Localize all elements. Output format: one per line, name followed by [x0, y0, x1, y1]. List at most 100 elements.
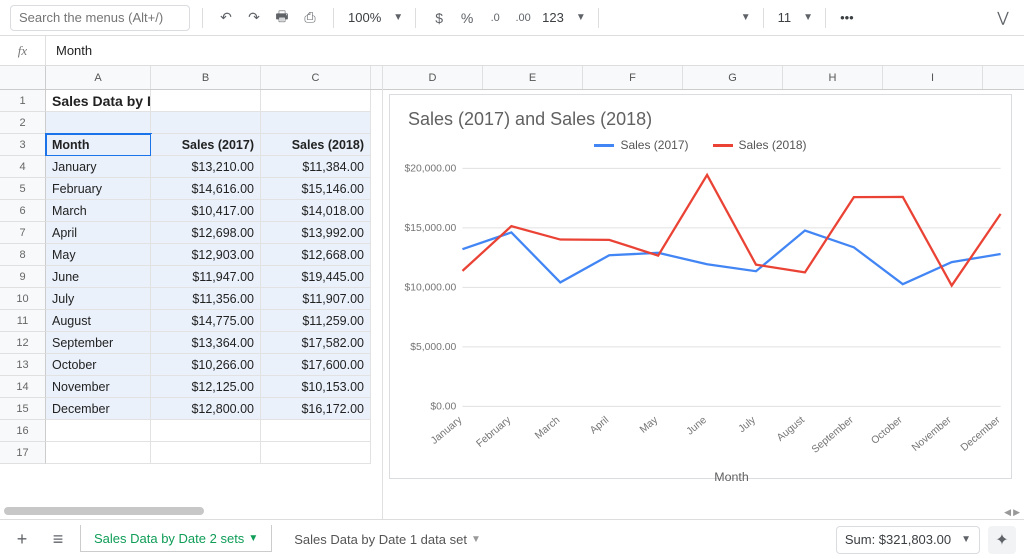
cell[interactable]: $12,800.00 [151, 398, 261, 420]
explore-button[interactable]: ✦ [988, 526, 1016, 554]
cell[interactable] [151, 420, 261, 442]
cell[interactable] [46, 112, 151, 134]
row-header[interactable]: 16 [0, 420, 46, 442]
cell[interactable] [261, 90, 371, 112]
cell[interactable]: $11,947.00 [151, 266, 261, 288]
cell[interactable] [46, 442, 151, 464]
decrease-decimal-button[interactable]: .0 [484, 7, 506, 29]
sheet-tab-active[interactable]: Sales Data by Date 2 sets ▼ [80, 525, 272, 555]
row-header[interactable]: 12 [0, 332, 46, 354]
column-header[interactable]: E [483, 66, 583, 89]
cell[interactable]: August [46, 310, 151, 332]
cell[interactable]: Sales (2017) [151, 134, 261, 156]
cell[interactable]: $17,600.00 [261, 354, 371, 376]
cell[interactable]: $12,125.00 [151, 376, 261, 398]
add-sheet-button[interactable]: + [8, 526, 36, 554]
cell[interactable]: May [46, 244, 151, 266]
collapse-toolbar-icon[interactable]: ⋁ [992, 7, 1014, 29]
cell[interactable] [46, 420, 151, 442]
sheet-tab[interactable]: Sales Data by Date 1 data set ▼ [280, 525, 495, 555]
cell[interactable]: $11,259.00 [261, 310, 371, 332]
cell[interactable]: July [46, 288, 151, 310]
column-header[interactable]: H [783, 66, 883, 89]
column-header[interactable]: C [261, 66, 371, 89]
increase-decimal-button[interactable]: .00 [512, 7, 534, 29]
cell[interactable]: $15,146.00 [261, 178, 371, 200]
cell[interactable]: March [46, 200, 151, 222]
redo-icon[interactable]: ↷ [243, 7, 265, 29]
cell[interactable]: $12,903.00 [151, 244, 261, 266]
horizontal-scrollbar[interactable] [4, 507, 382, 517]
cell[interactable] [151, 442, 261, 464]
cell[interactable]: $13,210.00 [151, 156, 261, 178]
chevron-down-icon[interactable]: ▼ [393, 12, 403, 23]
row-header[interactable]: 4 [0, 156, 46, 178]
select-all-corner[interactable] [0, 66, 46, 89]
row-header[interactable]: 5 [0, 178, 46, 200]
cell[interactable]: $17,582.00 [261, 332, 371, 354]
cell[interactable]: $14,018.00 [261, 200, 371, 222]
cell[interactable] [151, 90, 261, 112]
cell[interactable]: $14,616.00 [151, 178, 261, 200]
more-toolbar-button[interactable]: ••• [838, 10, 856, 25]
cell[interactable]: $16,172.00 [261, 398, 371, 420]
cell[interactable]: $10,266.00 [151, 354, 261, 376]
cell[interactable]: $12,668.00 [261, 244, 371, 266]
row-header[interactable]: 10 [0, 288, 46, 310]
cell[interactable]: Sales Data by Date [46, 90, 151, 112]
chart-object[interactable]: Sales (2017) and Sales (2018) Sales (201… [389, 94, 1012, 479]
row-header[interactable]: 14 [0, 376, 46, 398]
chevron-down-icon[interactable]: ▼ [741, 12, 751, 23]
column-header[interactable]: F [583, 66, 683, 89]
undo-icon[interactable]: ↶ [215, 7, 237, 29]
print-icon[interactable]: 🖶 [271, 7, 293, 29]
row-header[interactable]: 1 [0, 90, 46, 112]
chevron-down-icon[interactable]: ▼ [576, 12, 586, 23]
format-currency-button[interactable]: $ [428, 7, 450, 29]
cell[interactable]: $10,417.00 [151, 200, 261, 222]
row-header[interactable]: 13 [0, 354, 46, 376]
cell[interactable]: December [46, 398, 151, 420]
cell[interactable]: $14,775.00 [151, 310, 261, 332]
cell[interactable]: $13,992.00 [261, 222, 371, 244]
paint-format-icon[interactable]: ⎙ [299, 7, 321, 29]
cell-selected[interactable]: Month [46, 134, 151, 156]
quicksum-box[interactable]: Sum: $321,803.00 ▼ [836, 526, 980, 554]
font-size-select[interactable]: 11 [776, 10, 794, 25]
cell[interactable]: April [46, 222, 151, 244]
cell[interactable]: $19,445.00 [261, 266, 371, 288]
row-header[interactable]: 17 [0, 442, 46, 464]
cell[interactable]: $11,384.00 [261, 156, 371, 178]
row-header[interactable]: 15 [0, 398, 46, 420]
cell[interactable]: Sales (2018) [261, 134, 371, 156]
row-header[interactable]: 3 [0, 134, 46, 156]
cell[interactable]: November [46, 376, 151, 398]
column-header[interactable]: I [883, 66, 983, 89]
cell[interactable] [261, 112, 371, 134]
cell[interactable]: $11,356.00 [151, 288, 261, 310]
column-header[interactable]: A [46, 66, 151, 89]
cell[interactable]: $10,153.00 [261, 376, 371, 398]
cell[interactable]: June [46, 266, 151, 288]
cell[interactable]: January [46, 156, 151, 178]
column-header[interactable]: B [151, 66, 261, 89]
cell[interactable] [261, 420, 371, 442]
cell[interactable] [261, 442, 371, 464]
format-percent-button[interactable]: % [456, 7, 478, 29]
chevron-down-icon[interactable]: ▼ [471, 534, 481, 545]
chevron-down-icon[interactable]: ▼ [803, 12, 813, 23]
chevron-down-icon[interactable]: ▼ [248, 533, 258, 544]
grid-body[interactable]: 1Sales Data by Date23MonthSales (2017)Sa… [0, 90, 382, 519]
cell[interactable]: $11,907.00 [261, 288, 371, 310]
cell[interactable]: $13,364.00 [151, 332, 261, 354]
column-header[interactable]: D [383, 66, 483, 89]
row-header[interactable]: 6 [0, 200, 46, 222]
horizontal-scrollbar[interactable]: ◀▶ [387, 507, 1020, 517]
more-formats-button[interactable]: 123 [540, 10, 566, 25]
zoom-select[interactable]: 100% [346, 10, 383, 25]
row-header[interactable]: 11 [0, 310, 46, 332]
all-sheets-button[interactable]: ≡ [44, 526, 72, 554]
column-header[interactable]: G [683, 66, 783, 89]
row-header[interactable]: 9 [0, 266, 46, 288]
row-header[interactable]: 2 [0, 112, 46, 134]
